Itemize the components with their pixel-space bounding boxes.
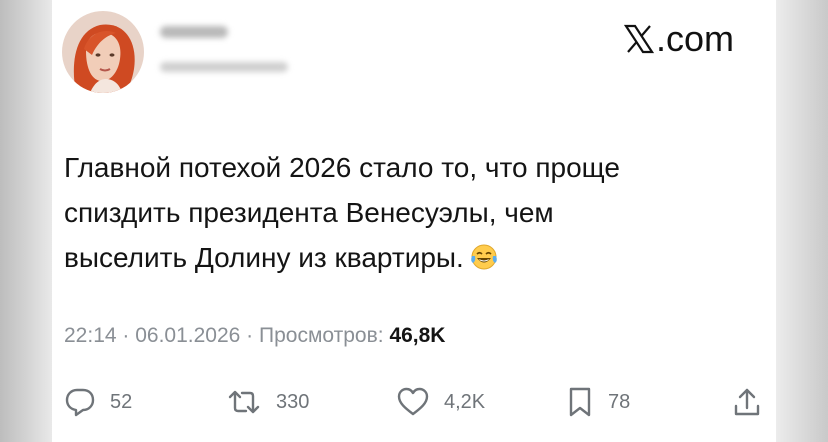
bookmark-count: 78 xyxy=(608,390,631,413)
share-icon xyxy=(734,388,760,416)
bookmark-icon xyxy=(569,387,591,417)
repost-icon xyxy=(228,390,260,414)
background-left-edge xyxy=(0,0,52,442)
author-handle-blurred[interactable] xyxy=(160,62,288,72)
reply-count: 52 xyxy=(110,390,133,413)
face-with-tears-of-joy-icon xyxy=(471,244,497,270)
reply-icon xyxy=(65,388,95,417)
share-button[interactable] xyxy=(732,382,762,422)
tweet-time[interactable]: 22:14 xyxy=(64,324,117,347)
meta-separator: · xyxy=(116,324,136,347)
repost-count: 330 xyxy=(276,390,310,413)
meta-separator: · xyxy=(240,324,260,347)
like-count: 4,2K xyxy=(444,390,486,413)
tweet-meta: 22:14 · 06.01.2026 · Просмотров: 46,8K xyxy=(64,324,445,348)
repost-button[interactable]: 330 xyxy=(226,382,309,422)
tweet-card: .com Главной потехой 2026 стало то, что … xyxy=(52,0,776,442)
background-right-edge xyxy=(776,0,828,442)
views-label: Просмотров: xyxy=(259,324,390,347)
reply-button[interactable]: 52 xyxy=(64,382,132,422)
bookmark-button[interactable]: 78 xyxy=(566,382,630,422)
like-button[interactable]: 4,2K xyxy=(396,382,485,422)
tweet-line-3: выселить Долину из квартиры. xyxy=(64,235,744,280)
avatar[interactable] xyxy=(62,11,144,93)
views-count: 46,8K xyxy=(389,324,446,347)
tweet-line-2: спиздить президента Венесуэлы, чем xyxy=(64,197,554,228)
tweet-text: Главной потехой 2026 стало то, что проще… xyxy=(64,145,744,280)
x-logo-icon xyxy=(624,24,654,54)
action-bar: 52 330 4,2K 78 xyxy=(52,382,776,422)
tweet-line-3-text: выселить Долину из квартиры. xyxy=(64,242,464,273)
x-com-logo: .com xyxy=(624,18,734,60)
avatar-image xyxy=(62,11,144,93)
logo-text: .com xyxy=(656,18,735,59)
author-name-blurred[interactable] xyxy=(160,26,228,38)
tweet-date[interactable]: 06.01.2026 xyxy=(135,324,240,347)
tweet-line-1: Главной потехой 2026 стало то, что проще xyxy=(64,152,620,183)
heart-icon xyxy=(397,387,429,416)
